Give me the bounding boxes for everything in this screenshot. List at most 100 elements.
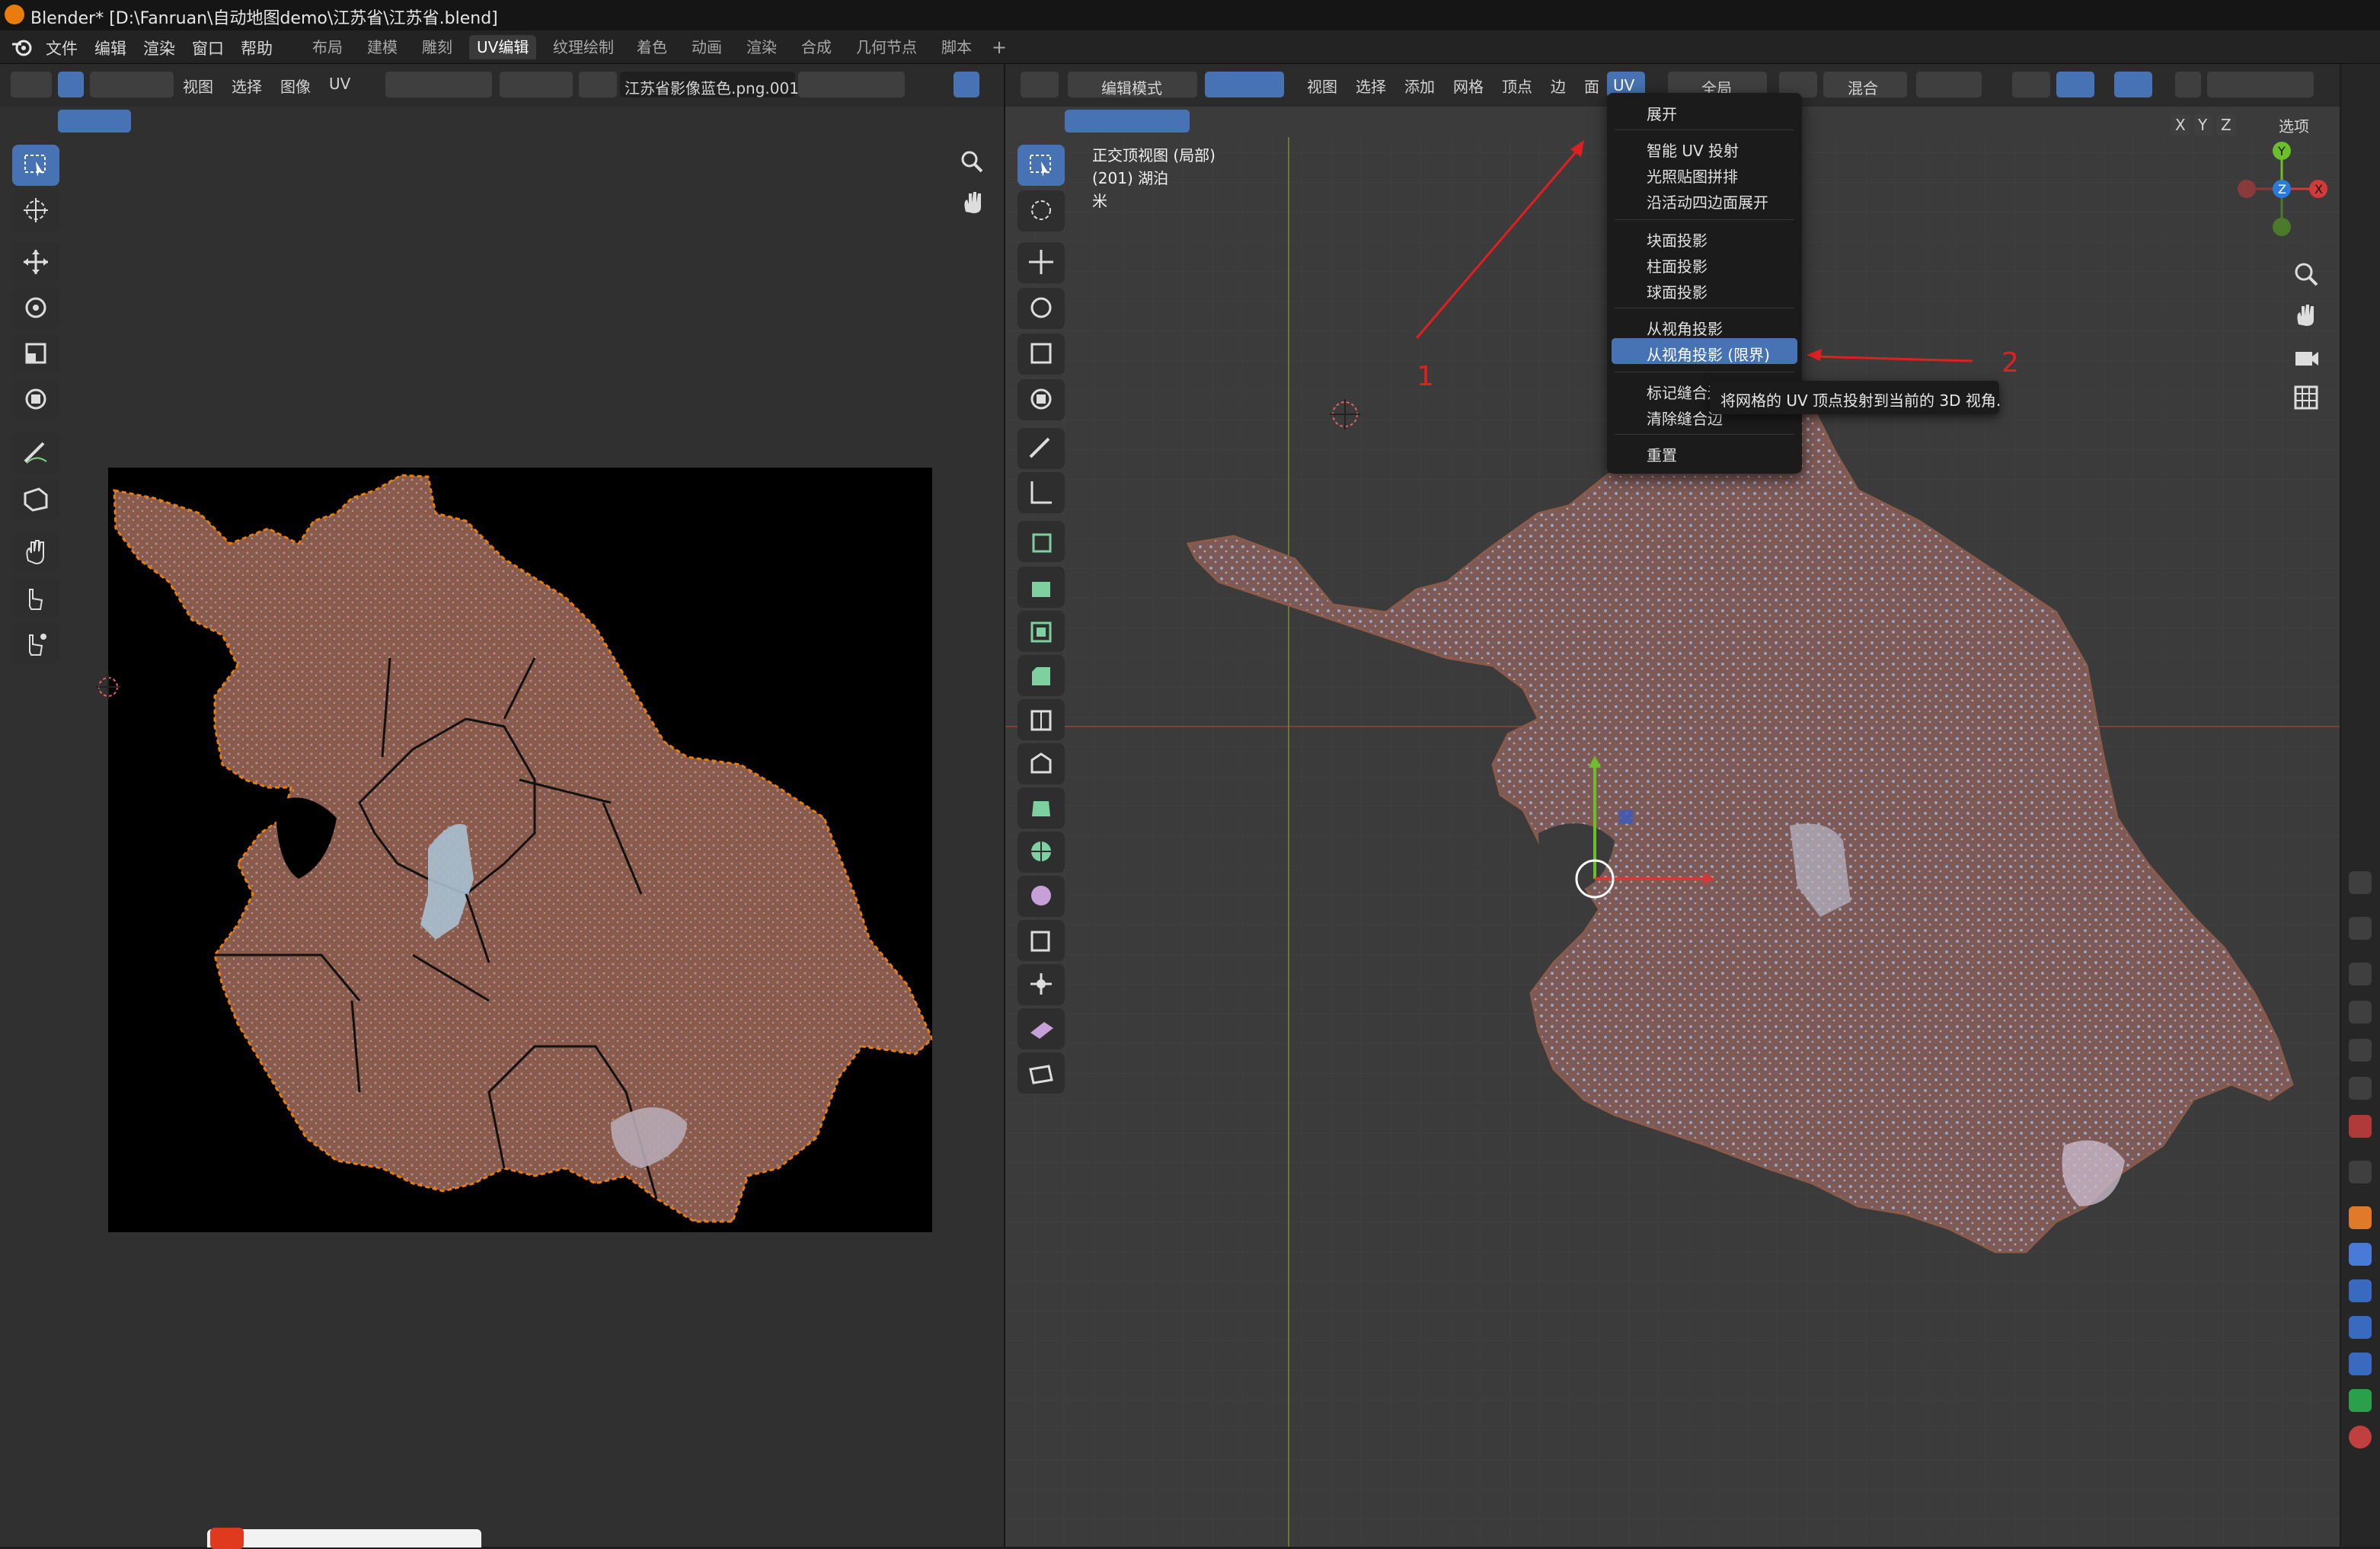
rip-region-tool[interactable] (12, 478, 59, 519)
physics-tab-icon[interactable] (2349, 1316, 2372, 1339)
visibility-icon[interactable] (2012, 72, 2050, 97)
select-box-tool[interactable] (12, 145, 59, 186)
shading-mode-buttons[interactable] (2207, 72, 2314, 97)
uv-menu-select[interactable]: 选择 (232, 75, 262, 97)
data-tab-icon[interactable] (2349, 1389, 2372, 1412)
shrink-fatten-tool[interactable] (1017, 964, 1065, 1005)
vp-menu-add[interactable]: 添加 (1404, 75, 1435, 97)
add-cube-tool[interactable] (1017, 521, 1065, 562)
modifier-tab-icon[interactable] (2349, 1243, 2372, 1266)
mirror-icon[interactable] (2139, 114, 2166, 133)
uv-gizmo-icon[interactable] (954, 72, 979, 97)
workspace-tab-rendering[interactable]: 渲染 (739, 35, 784, 59)
menu-lightmap-pack[interactable]: 光照贴图拼排 (1647, 164, 1738, 187)
render-tab-icon[interactable] (2349, 963, 2372, 985)
uv-sync-select-icon[interactable] (58, 72, 84, 97)
annotate-tool[interactable] (12, 433, 59, 474)
rotate-tool[interactable] (12, 288, 59, 329)
workspace-tab-uv-editing[interactable]: UV编辑 (469, 35, 537, 59)
ime-toolbar[interactable] (207, 1528, 481, 1549)
workspace-tab-compositing[interactable]: 合成 (794, 35, 839, 59)
tool-tab-icon[interactable] (2349, 917, 2372, 940)
vp-cursor-tool[interactable] (1017, 190, 1065, 232)
object-tab-icon[interactable] (2349, 1206, 2372, 1229)
vp-menu-select[interactable]: 选择 (1356, 75, 1386, 97)
inset-faces-tool[interactable] (1017, 611, 1065, 652)
navigation-gizmo[interactable]: Y X Z (2224, 142, 2334, 244)
constraints-tab-icon[interactable] (2349, 1353, 2372, 1375)
cursor-tool[interactable] (12, 190, 59, 232)
menu-unwrap[interactable]: 展开 (1647, 102, 1677, 124)
spin-tool[interactable] (1017, 832, 1065, 873)
scale-tool[interactable] (12, 334, 59, 375)
pinch-tool[interactable] (12, 623, 59, 664)
workspace-tab-modeling[interactable]: 建模 (359, 35, 405, 59)
uv-menu-image[interactable]: 图像 (280, 75, 311, 97)
vp-scale-tool[interactable] (1017, 334, 1065, 375)
vp-menu-face[interactable]: 面 (1584, 75, 1599, 97)
menu-sphere-projection[interactable]: 球面投影 (1647, 280, 1708, 302)
add-workspace-button[interactable]: + (984, 35, 1014, 59)
tool-settings-icon[interactable] (2349, 871, 2372, 894)
overlay-toggle-icon[interactable] (2114, 72, 2152, 97)
edge-slide-tool[interactable] (1017, 920, 1065, 961)
view-layer-tab-icon[interactable] (2349, 1039, 2372, 1062)
vp-rotate-tool[interactable] (1017, 288, 1065, 329)
workspace-tab-layout[interactable]: 布局 (305, 35, 350, 59)
mesh-select-mode-buttons[interactable] (1205, 72, 1284, 97)
uv-editor-area[interactable]: 视图 选择 图像 UV 江苏省影像蓝色.png.001 (0, 64, 1004, 1549)
menu-cube-projection[interactable]: 块面投影 (1647, 228, 1708, 251)
vp-pan-hand-icon[interactable] (2292, 302, 2320, 329)
vp-annotate-tool[interactable] (1017, 428, 1065, 469)
vp-transform-tool[interactable] (1017, 379, 1065, 420)
loop-cut-tool[interactable] (1017, 699, 1065, 740)
workspace-tab-sculpt[interactable]: 雕刻 (414, 35, 460, 59)
uv-select-mode-buttons[interactable] (90, 72, 174, 97)
world-tab-icon[interactable] (2349, 1115, 2372, 1138)
menu-project-from-view-bounds[interactable]: 从视角投影 (限界) (1612, 338, 1797, 364)
workspace-tab-geometry-nodes[interactable]: 几何节点 (848, 35, 925, 59)
vp-select-box-tool[interactable] (1017, 145, 1065, 186)
pan-hand-icon[interactable] (960, 190, 984, 215)
gizmo-toggle-icon[interactable] (2056, 72, 2094, 97)
menu-edit[interactable]: 编辑 (94, 37, 126, 59)
measure-tool[interactable] (1017, 472, 1065, 513)
uv-image-canvas[interactable] (108, 468, 934, 1232)
uv-menu-uv[interactable]: UV (329, 75, 350, 93)
bevel-tool[interactable] (1017, 655, 1065, 696)
menu-smart-uv-project[interactable]: 智能 UV 投射 (1647, 139, 1739, 161)
material-tab-icon[interactable] (2349, 1426, 2372, 1448)
scene-tab-icon[interactable] (2349, 1077, 2372, 1100)
move-tool[interactable] (12, 242, 59, 283)
snap-blend-dropdown[interactable]: 混合 (1823, 72, 1907, 97)
xray-toggle-icon[interactable] (2175, 72, 2201, 97)
poly-build-tool[interactable] (1017, 787, 1065, 829)
menu-file[interactable]: 文件 (46, 37, 78, 59)
uv-selection-mode-buttons[interactable] (58, 110, 131, 133)
editor-type-icon[interactable] (11, 72, 52, 97)
collection-tab-icon[interactable] (2349, 1161, 2372, 1183)
workspace-tab-scripting[interactable]: 脚本 (934, 35, 979, 59)
vp-menu-mesh[interactable]: 网格 (1453, 75, 1484, 97)
uv-menu-view[interactable]: 视图 (183, 75, 213, 97)
menu-project-from-view[interactable]: 从视角投影 (1647, 317, 1723, 339)
knife-tool[interactable] (1017, 743, 1065, 784)
zoom-icon[interactable] (960, 149, 984, 174)
axis-x-toggle[interactable]: X (2171, 114, 2190, 136)
image-name-field[interactable]: 江苏省影像蓝色.png.001 (620, 72, 799, 97)
menu-render[interactable]: 渲染 (143, 37, 175, 59)
particles-tab-icon[interactable] (2349, 1279, 2372, 1302)
vp-menu-view[interactable]: 视图 (1307, 75, 1337, 97)
menu-help[interactable]: 帮助 (241, 37, 273, 59)
viewport-editor-type-icon[interactable] (1021, 72, 1059, 97)
workspace-tab-shading[interactable]: 着色 (629, 35, 675, 59)
blender-menu-icon[interactable] (11, 37, 34, 58)
menu-cylinder-projection[interactable]: 柱面投影 (1647, 254, 1708, 276)
transform-tool[interactable] (12, 379, 59, 420)
vp-menu-vertex[interactable]: 顶点 (1502, 75, 1532, 97)
pin-icon[interactable] (911, 72, 934, 97)
relax-tool[interactable] (12, 577, 59, 618)
output-tab-icon[interactable] (2349, 1001, 2372, 1024)
rip-tool[interactable] (1017, 1052, 1065, 1094)
image-actions-buttons[interactable] (798, 72, 905, 97)
